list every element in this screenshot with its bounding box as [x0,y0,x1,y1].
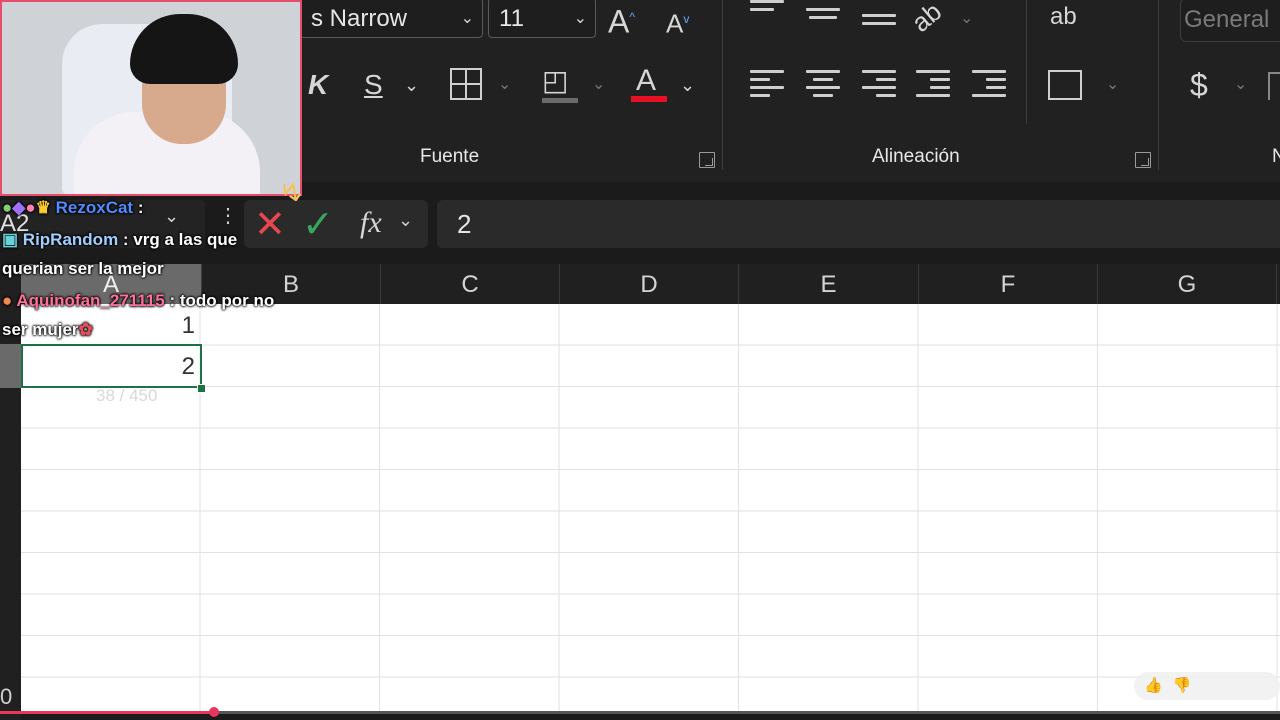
chat-username[interactable]: RezoxCat [56,198,133,217]
font-name-combo[interactable]: s Narrow ⌄ [300,0,483,38]
chat-message: ● Aquinofan_271115 : todo por no [2,291,274,311]
number-format-combo[interactable]: General [1180,0,1280,42]
column-header-e[interactable]: E [739,264,919,304]
chat-username[interactable]: Aquinofan_271115 [16,291,164,310]
align-top-icon[interactable] [750,0,784,16]
font-size-value: 11 [499,5,524,32]
separator [722,0,723,170]
like-icon[interactable]: 👍 [1144,677,1173,694]
cell-a2[interactable]: 2 [21,353,195,381]
group-label-alineacion: Alineación [872,146,960,167]
font-color-icon: A [636,64,657,97]
badge-icon: ◆ [12,198,26,217]
grow-font-icon: A [608,3,630,40]
video-progress-handle[interactable] [209,707,219,717]
column-header-c[interactable]: C [381,264,560,304]
column-header-d[interactable]: D [560,264,739,304]
underline-icon: S [364,69,383,100]
fill-color-bar [542,98,578,103]
underline-button[interactable]: S [364,68,383,102]
chevron-down-icon[interactable]: ⌄ [498,68,511,102]
chevron-down-icon[interactable]: ⌄ [461,0,474,39]
chevron-down-icon[interactable]: ⌄ [398,210,413,231]
shrink-font-icon: A [666,8,684,39]
wrap-text-icon[interactable]: ab [1050,0,1077,34]
cell-grid[interactable] [21,304,1280,714]
font-color-bar [631,96,667,102]
chat-message: ser mujer✿ [2,320,93,340]
font-name-value: s Narrow [311,5,408,32]
chevron-down-icon[interactable]: ⌄ [574,0,587,39]
italic-button[interactable]: K [308,68,328,102]
currency-button[interactable]: $ [1190,68,1208,102]
merge-center-icon[interactable] [1048,70,1082,100]
group-label-fuente: Fuente [420,146,480,167]
fill-handle[interactable] [197,384,206,393]
dialog-launcher-icon[interactable] [699,152,715,168]
font-size-combo[interactable]: 11 ⌄ [488,0,596,38]
chevron-down-icon[interactable]: ⌄ [404,68,419,102]
chat-separator: : [164,291,176,310]
enter-check-icon[interactable]: ✓ [302,202,334,247]
video-reaction-controls[interactable]: 👍👎 [1134,672,1280,700]
increase-indent-icon[interactable] [972,70,1006,102]
webcam-overlay [0,0,302,196]
chevron-down-icon[interactable]: ⌄ [1106,68,1119,102]
chat-username[interactable]: RipRandom [23,230,118,249]
badge-icon: ● [2,198,13,217]
separator [1026,0,1027,124]
align-right-icon[interactable] [862,70,896,102]
number-format-value: General [1184,6,1270,33]
percent-icon[interactable] [1268,72,1280,100]
row-header-2[interactable] [0,344,21,388]
chat-separator: : [133,198,144,217]
shrink-font-button[interactable]: Av [666,2,689,41]
chevron-down-icon[interactable]: ⌄ [592,68,605,102]
cancel-icon[interactable]: ✕ [254,202,286,247]
separator [1158,0,1159,170]
insert-function-button[interactable]: fx [360,206,382,240]
currency-icon: $ [1190,67,1208,103]
align-bottom-icon[interactable] [862,14,896,30]
font-color-button[interactable]: A [636,64,656,98]
chat-message: ●◆●♛ RezoxCat : [2,198,143,218]
dislike-icon[interactable]: 👎 [1173,677,1202,694]
formula-controls: ✕ ✓ fx ⌄ [244,200,428,248]
chat-separator: : [118,230,129,249]
chat-text: vrg a las que [128,230,238,249]
column-header-g[interactable]: G [1098,264,1277,304]
borders-icon[interactable] [450,68,482,100]
column-header-f[interactable]: F [919,264,1098,304]
chat-text: todo por no [175,291,275,310]
group-label-numero: N [1272,146,1280,167]
orientation-icon[interactable]: ab [904,0,948,39]
grow-font-button[interactable]: A^ [608,0,635,39]
formula-input[interactable]: 2 [437,200,1280,248]
chat-message: ▣ RipRandom : vrg a las que [2,230,237,250]
badge-icon: ▣ [2,230,19,249]
align-middle-icon[interactable] [806,8,840,24]
badge-icon: ● [25,198,36,217]
chat-text: ser mujer [2,320,79,339]
fill-color-icon[interactable]: ◰ [542,64,568,98]
chevron-down-icon[interactable]: ⌄ [164,206,179,227]
italic-icon: K [308,69,329,100]
dialog-launcher-icon[interactable] [1135,152,1151,168]
chevron-down-icon[interactable]: ⌄ [1234,68,1247,102]
align-center-icon[interactable] [806,70,840,102]
char-counter: 38 / 450 [96,386,158,405]
video-progress-fill [0,711,214,714]
align-left-icon[interactable] [750,70,784,102]
crown-icon: ♛ [35,198,51,217]
chevron-down-icon[interactable]: ⌄ [680,68,695,102]
badge-icon: ● [2,291,13,310]
row-header-label: 0 [0,684,13,709]
rose-icon: ✿ [78,320,93,339]
video-progress-bar[interactable] [0,711,1280,714]
chevron-down-icon[interactable]: ⌄ [960,2,973,36]
chat-text: querian ser la mejor [2,259,164,278]
decrease-indent-icon[interactable] [916,70,950,102]
